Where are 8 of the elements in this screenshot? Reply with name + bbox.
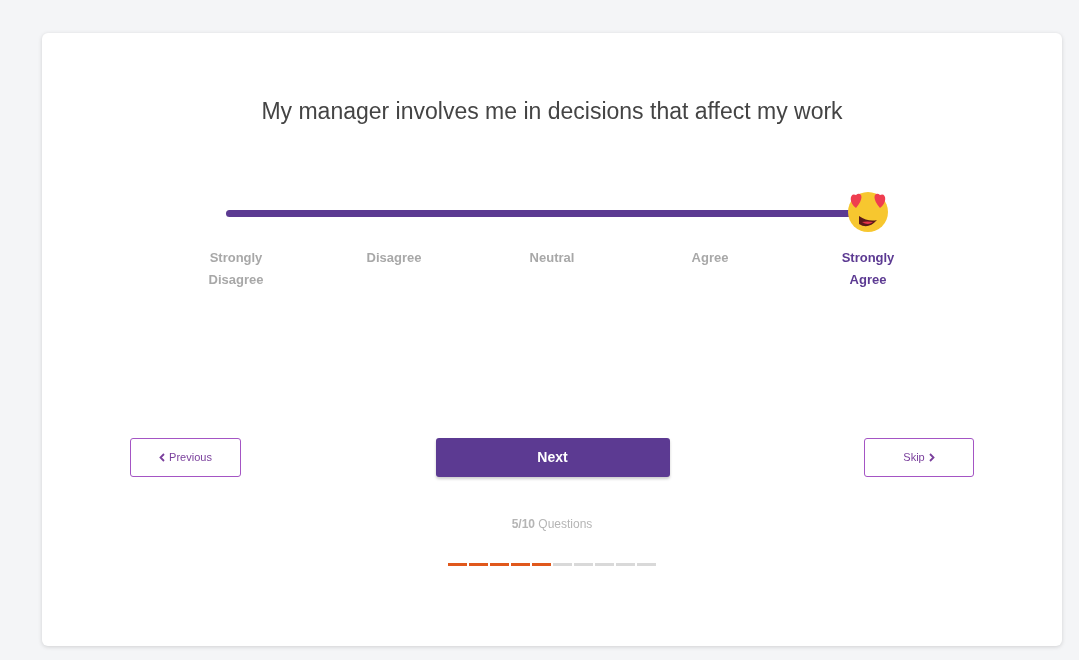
next-button[interactable]: Next — [435, 438, 670, 477]
question-title: My manager involves me in decisions that affect my work — [261, 97, 843, 126]
chevron-right-icon — [928, 453, 935, 462]
scale-label[interactable]: Strongly Agree — [833, 247, 903, 291]
previous-button[interactable]: Previous — [130, 438, 241, 477]
skip-button[interactable]: Skip — [864, 438, 974, 477]
question-counter: 5/10 Questions — [511, 516, 593, 533]
chevron-left-icon — [159, 453, 166, 462]
